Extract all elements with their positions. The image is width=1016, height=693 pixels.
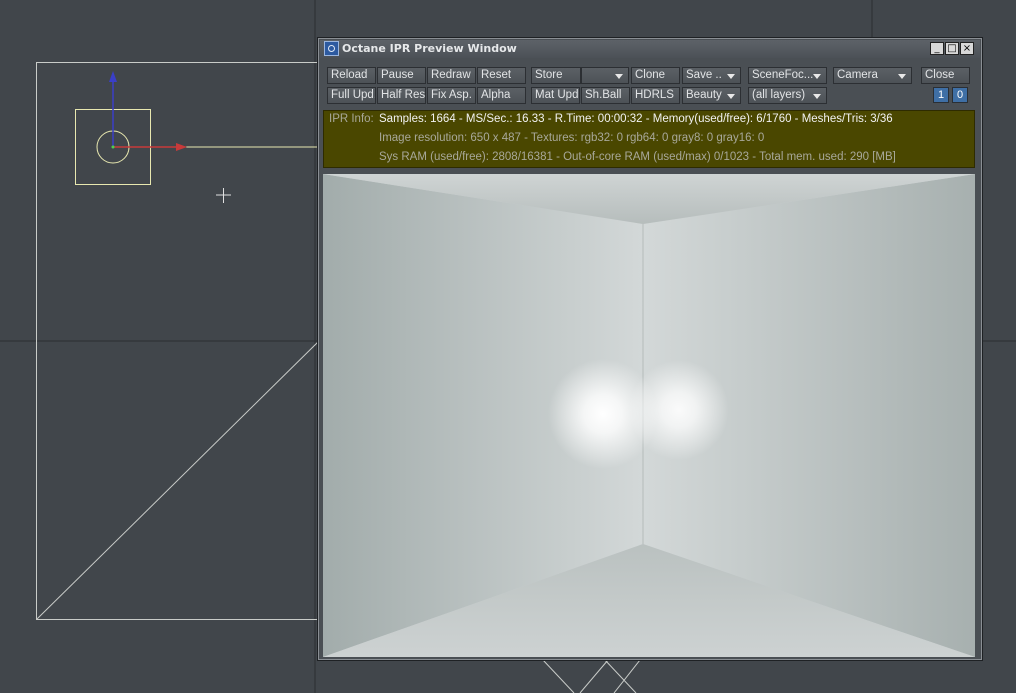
layers-dropdown[interactable]: (all layers) xyxy=(748,87,827,104)
camera-frustum-lines xyxy=(542,659,641,693)
window-title: Octane IPR Preview Window xyxy=(342,42,517,55)
ipr-info-memory: Sys RAM (used/free): 2808/16381 - Out-of… xyxy=(379,151,896,163)
camera-diagonal xyxy=(36,339,321,620)
x-axis-arrow-icon xyxy=(176,143,187,151)
clone-button[interactable]: Clone xyxy=(631,67,680,84)
octane-app-icon xyxy=(324,41,339,56)
render-preview[interactable] xyxy=(323,174,975,657)
ipr-info-textures: Image resolution: 650 x 487 - Textures: … xyxy=(379,132,765,144)
beauty-pass-dropdown[interactable]: Beauty xyxy=(682,87,741,104)
ipr-info-stats: Samples: 1664 - MS/Sec.: 16.33 - R.Time:… xyxy=(379,113,893,125)
light-glow-right xyxy=(629,360,729,460)
store-slot-dropdown[interactable] xyxy=(581,67,629,84)
full-update-button[interactable]: Full Upd. xyxy=(327,87,376,104)
fix-aspect-button[interactable]: Fix Asp. xyxy=(427,87,476,104)
pause-button[interactable]: Pause xyxy=(377,67,426,84)
hdrls-button[interactable]: HDRLS xyxy=(631,87,680,104)
render-image xyxy=(323,174,975,657)
close-button[interactable]: Close xyxy=(921,67,970,84)
half-res-button[interactable]: Half Res xyxy=(377,87,426,104)
pivot-dot xyxy=(111,145,115,149)
redraw-button[interactable]: Redraw xyxy=(427,67,476,84)
octane-ipr-window: Octane IPR Preview Window _ □ × Reload P… xyxy=(317,37,983,661)
maximize-button[interactable]: □ xyxy=(945,42,959,55)
minimize-button[interactable]: _ xyxy=(930,42,944,55)
reload-button[interactable]: Reload xyxy=(327,67,376,84)
reset-button[interactable]: Reset xyxy=(477,67,526,84)
ipr-info-panel: IPR Info: Samples: 1664 - MS/Sec.: 16.33… xyxy=(323,110,975,168)
view-1-toggle[interactable]: 1 xyxy=(933,87,949,103)
sh-ball-button[interactable]: Sh.Ball xyxy=(581,87,630,104)
save-dropdown[interactable]: Save .. xyxy=(682,67,741,84)
camera-dropdown[interactable]: Camera xyxy=(833,67,912,84)
ipr-info-label: IPR Info: xyxy=(329,113,374,125)
view-0-toggle[interactable]: 0 xyxy=(952,87,968,103)
close-window-button[interactable]: × xyxy=(960,42,974,55)
y-axis-arrow-icon xyxy=(109,71,117,82)
store-button[interactable]: Store xyxy=(531,67,581,84)
mat-update-button[interactable]: Mat Upd xyxy=(531,87,580,104)
scene-focus-dropdown[interactable]: SceneFoc... xyxy=(748,67,827,84)
alpha-button[interactable]: Alpha xyxy=(477,87,526,104)
crosshair-cursor-icon xyxy=(216,188,231,203)
window-titlebar[interactable]: Octane IPR Preview Window _ □ × xyxy=(320,40,980,58)
